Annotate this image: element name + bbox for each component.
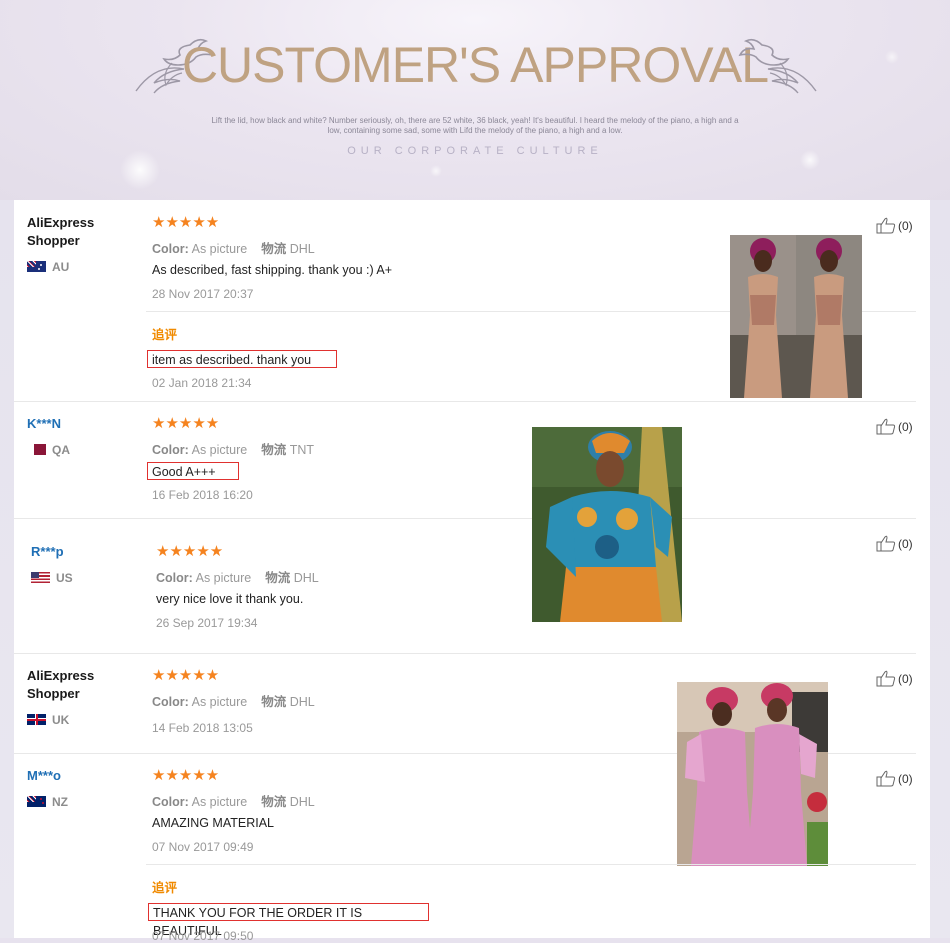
- reviewer-name: R***p: [31, 544, 64, 559]
- review-meta: Color: As picture 物流 DHL: [156, 571, 319, 585]
- review-text: very nice love it thank you.: [156, 592, 304, 606]
- followup-text: item as described. thank you: [147, 350, 337, 368]
- followup-text: THANK YOU FOR THE ORDER IT IS BEAUTIFUL: [148, 903, 429, 938]
- like-button[interactable]: (0): [876, 217, 913, 234]
- followup-date: 02 Jan 2018 21:34: [152, 376, 252, 390]
- reviewer-country: UK: [27, 713, 69, 727]
- review-list: AliExpress Shopper AU ★★★★★ Color: As pic…: [14, 200, 930, 943]
- review-date: 16 Feb 2018 16:20: [152, 488, 253, 502]
- flag-nz-icon: [27, 796, 46, 807]
- followup-date: 07 Nov 2017 09:50: [152, 929, 254, 943]
- star-rating: ★★★★★: [152, 767, 220, 784]
- thumbs-up-icon: [876, 670, 896, 687]
- banner-subtitle: Lift the lid, how black and white? Numbe…: [211, 116, 739, 135]
- thumbs-up-icon: [876, 535, 896, 552]
- review-meta: Color: As picture 物流 DHL: [152, 242, 315, 256]
- reviewer-name: AliExpress Shopper: [27, 668, 95, 701]
- star-rating: ★★★★★: [152, 667, 220, 684]
- review-text: As described, fast shipping. thank you :…: [152, 263, 393, 277]
- reviewer-name: M***o: [27, 768, 61, 783]
- flag-us-icon: [31, 572, 50, 583]
- review-meta: Color: As picture 物流 DHL: [152, 795, 315, 809]
- review-photo[interactable]: [677, 682, 828, 866]
- reviewer-name: AliExpress Shopper: [27, 215, 95, 248]
- review-text: AMAZING MATERIAL: [152, 816, 275, 830]
- flag-au-icon: [27, 261, 46, 272]
- followup-label: 追评: [152, 881, 178, 895]
- review-date: 28 Nov 2017 20:37: [152, 287, 254, 301]
- star-rating: ★★★★★: [152, 415, 220, 432]
- star-rating: ★★★★★: [152, 214, 220, 231]
- thumbs-up-icon: [876, 770, 896, 787]
- dove-ornament-icon: [738, 38, 817, 94]
- like-button[interactable]: (0): [876, 670, 913, 687]
- reviewer-country: NZ: [27, 795, 68, 809]
- reviewer-name: K***N: [27, 416, 61, 431]
- followup-label: 追评: [152, 328, 178, 342]
- review-date: 07 Nov 2017 09:49: [152, 840, 254, 854]
- approval-banner: CUSTOMER'S APPROVAL Lift the lid, how bl…: [0, 0, 950, 200]
- reviewer-country: US: [31, 571, 73, 585]
- thumbs-up-icon: [876, 418, 896, 435]
- review-text: Good A+++: [147, 462, 239, 480]
- review-date: 14 Feb 2018 13:05: [152, 721, 253, 735]
- like-button[interactable]: (0): [876, 770, 913, 787]
- flag-uk-icon: [27, 714, 46, 725]
- banner-culture: OUR CORPORATE CULTURE: [347, 145, 603, 157]
- review-date: 26 Sep 2017 19:34: [156, 616, 258, 630]
- thumbs-up-icon: [876, 217, 896, 234]
- flag-qa-icon: [27, 444, 46, 455]
- reviewer-country: QA: [27, 443, 70, 457]
- reviewer-country: AU: [27, 260, 69, 274]
- review-photo[interactable]: [532, 427, 682, 622]
- like-button[interactable]: (0): [876, 535, 913, 552]
- review-photo[interactable]: [730, 235, 862, 398]
- like-button[interactable]: (0): [876, 418, 913, 435]
- review-meta: Color: As picture 物流 DHL: [152, 695, 315, 709]
- star-rating: ★★★★★: [156, 543, 224, 560]
- review-meta: Color: As picture 物流 TNT: [152, 443, 315, 457]
